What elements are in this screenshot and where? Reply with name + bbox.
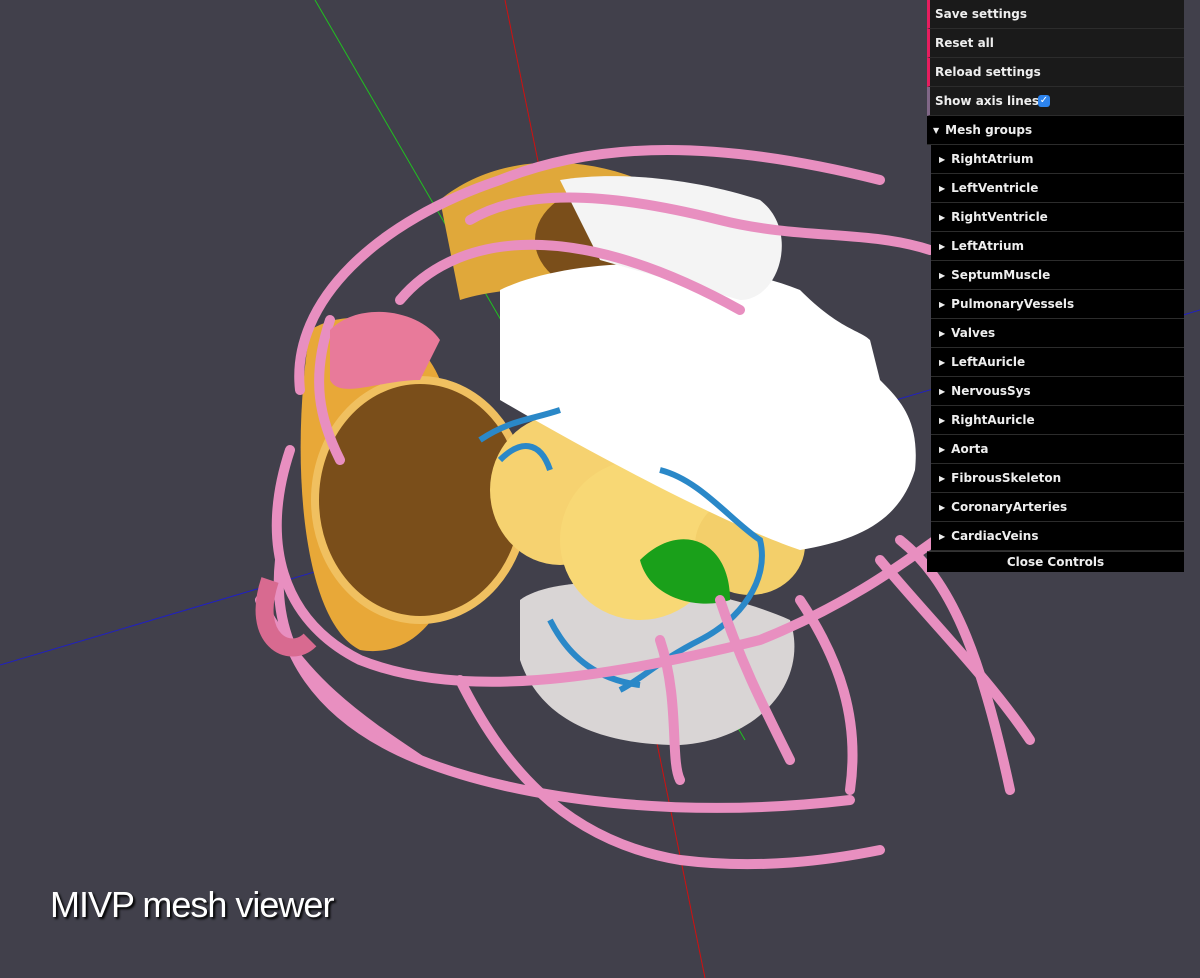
mesh-group-right-ventricle[interactable]: ▶ RightVentricle xyxy=(931,203,1184,232)
show-axis-lines-checkbox[interactable]: ✓ xyxy=(1038,95,1050,107)
mesh-group-label: CoronaryArteries xyxy=(951,500,1068,514)
mesh-group-label: RightVentricle xyxy=(951,210,1048,224)
mesh-group-label: Valves xyxy=(951,326,996,340)
caret-right-icon: ▶ xyxy=(939,271,946,280)
save-settings-label: Save settings xyxy=(935,7,1028,21)
mesh-group-cardiac-veins[interactable]: ▶ CardiacVeins xyxy=(931,522,1184,551)
mesh-group-label: CardiacVeins xyxy=(951,529,1039,543)
mesh-groups-list: ▶ RightAtrium ▶ LeftVentricle ▶ RightVentri… xyxy=(931,145,1184,551)
show-axis-lines-row[interactable]: Show axis lines ✓ xyxy=(927,87,1184,116)
caret-right-icon: ▶ xyxy=(939,445,946,454)
caret-right-icon: ▶ xyxy=(939,213,946,222)
mesh-group-coronary-arteries[interactable]: ▶ CoronaryArteries xyxy=(931,493,1184,522)
caret-right-icon: ▶ xyxy=(939,242,946,251)
mesh-group-right-auricle[interactable]: ▶ RightAuricle xyxy=(931,406,1184,435)
mesh-group-left-ventricle[interactable]: ▶ LeftVentricle xyxy=(931,174,1184,203)
caret-right-icon: ▶ xyxy=(939,503,946,512)
mesh-group-valves[interactable]: ▶ Valves xyxy=(931,319,1184,348)
caret-right-icon: ▶ xyxy=(939,532,946,541)
mesh-group-label: SeptumMuscle xyxy=(951,268,1051,282)
mesh-group-label: RightAtrium xyxy=(951,152,1034,166)
mesh-group-label: FibrousSkeleton xyxy=(951,471,1062,485)
reload-settings-button[interactable]: Reload settings xyxy=(927,58,1184,87)
save-settings-button[interactable]: Save settings xyxy=(927,0,1184,29)
mesh-groups-folder[interactable]: ▼ Mesh groups xyxy=(927,116,1184,145)
caret-right-icon: ▶ xyxy=(939,184,946,193)
mesh-group-label: LeftAuricle xyxy=(951,355,1026,369)
mesh-group-nervous-sys[interactable]: ▶ NervousSys xyxy=(931,377,1184,406)
mesh-group-label: RightAuricle xyxy=(951,413,1035,427)
controls-panel: Save settings Reset all Reload settings … xyxy=(927,0,1184,572)
mesh-group-aorta[interactable]: ▶ Aorta xyxy=(931,435,1184,464)
mesh-group-label: PulmonaryVessels xyxy=(951,297,1075,311)
show-axis-lines-label: Show axis lines xyxy=(935,94,1040,108)
mesh-group-fibrous-skeleton[interactable]: ▶ FibrousSkeleton xyxy=(931,464,1184,493)
caret-right-icon: ▶ xyxy=(939,155,946,164)
mesh-group-label: LeftAtrium xyxy=(951,239,1024,253)
caret-right-icon: ▶ xyxy=(939,387,946,396)
caret-right-icon: ▶ xyxy=(939,416,946,425)
mesh-groups-label: Mesh groups xyxy=(945,123,1033,137)
mesh-group-left-auricle[interactable]: ▶ LeftAuricle xyxy=(931,348,1184,377)
mesh-group-label: Aorta xyxy=(951,442,989,456)
mesh-group-right-atrium[interactable]: ▶ RightAtrium xyxy=(931,145,1184,174)
reload-settings-label: Reload settings xyxy=(935,65,1041,79)
reset-all-label: Reset all xyxy=(935,36,994,50)
caret-right-icon: ▶ xyxy=(939,474,946,483)
app-title: MIVP mesh viewer xyxy=(50,884,334,925)
mesh-group-left-atrium[interactable]: ▶ LeftAtrium xyxy=(931,232,1184,261)
caret-right-icon: ▶ xyxy=(939,358,946,367)
caret-right-icon: ▶ xyxy=(939,329,946,338)
mesh-group-septum-muscle[interactable]: ▶ SeptumMuscle xyxy=(931,261,1184,290)
mesh-group-label: NervousSys xyxy=(951,384,1031,398)
mesh-group-pulmonary-vessels[interactable]: ▶ PulmonaryVessels xyxy=(931,290,1184,319)
mesh-group-label: LeftVentricle xyxy=(951,181,1039,195)
caret-right-icon: ▶ xyxy=(939,300,946,309)
close-controls-button[interactable]: Close Controls xyxy=(927,551,1184,572)
caret-down-icon: ▼ xyxy=(933,126,940,135)
reset-all-button[interactable]: Reset all xyxy=(927,29,1184,58)
